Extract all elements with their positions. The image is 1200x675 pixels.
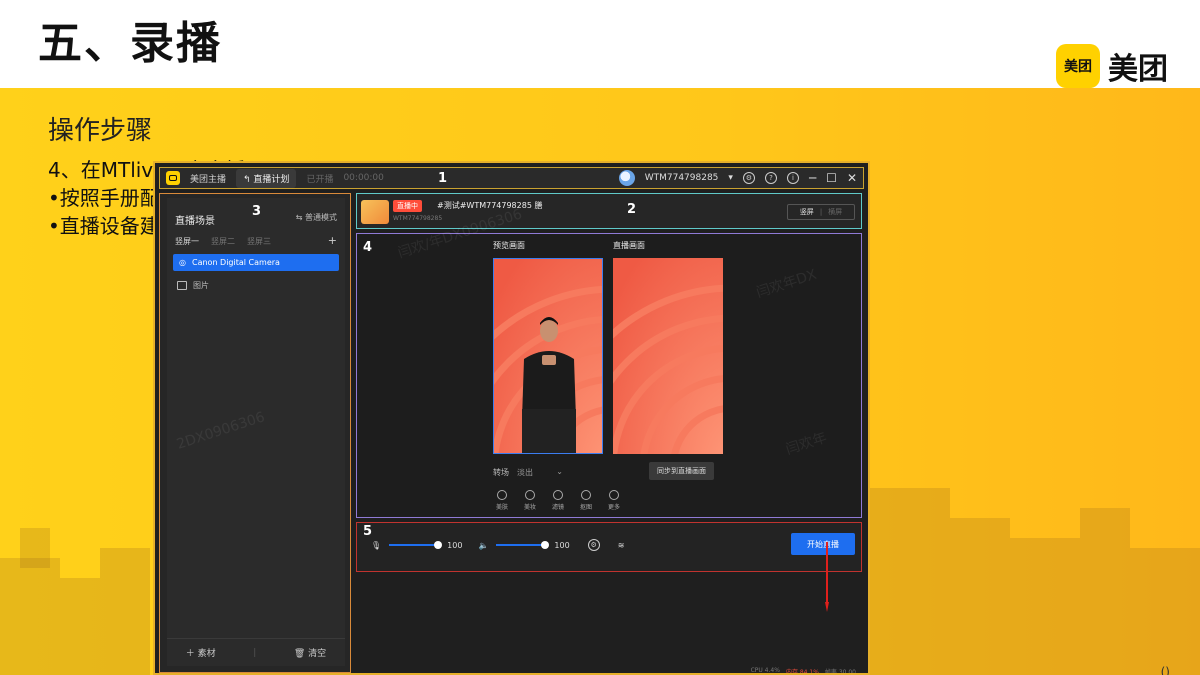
info-icon[interactable]: i: [786, 172, 799, 184]
page-number: (): [1160, 665, 1170, 675]
annotation-number-3: 3: [252, 204, 262, 219]
annotation-number-4: 4: [363, 240, 373, 255]
chevron-down-icon: ⌄: [556, 467, 563, 476]
tool-skin[interactable]: 美肤: [493, 490, 511, 511]
filter-icon: [553, 490, 563, 500]
settings-icon[interactable]: ⚙: [742, 172, 755, 184]
sidebar-footer: ＋ 素材 | 🗑 清空: [167, 638, 345, 666]
equalizer-icon[interactable]: ≋: [618, 541, 625, 550]
landscape-option[interactable]: 横屏: [828, 207, 842, 217]
transition-label: 转场: [493, 468, 509, 477]
close-button[interactable]: ✕: [847, 171, 857, 185]
transition-select[interactable]: 淡出 ⌄: [517, 467, 563, 478]
speaker-volume-slider[interactable]: [496, 541, 550, 549]
annotation-number-5: 5: [363, 524, 373, 539]
chevron-down-icon[interactable]: ▾: [728, 173, 733, 183]
scene-title: 直播场景: [175, 216, 215, 227]
tab-schedule[interactable]: ↰ 直播计划: [236, 168, 297, 188]
live-label: 直播画面: [613, 241, 645, 250]
tool-cutout[interactable]: 抠图: [577, 490, 595, 511]
preview-screen[interactable]: [493, 258, 603, 454]
camera-icon: ◎: [179, 258, 186, 267]
meituan-logo-badge: 美团: [1056, 44, 1100, 88]
annotation-number-2: 2: [627, 202, 637, 217]
frame-rate: 帧率 30.00: [824, 669, 856, 675]
tab-portrait-1[interactable]: 竖屏一: [175, 236, 199, 247]
gear-icon: [609, 490, 619, 500]
app-name: 美团主播: [190, 174, 227, 185]
live-timer: 00:00:00: [343, 173, 384, 183]
tab-portrait-2[interactable]: 竖屏二: [211, 236, 235, 247]
orientation-toggle: 竖屏 | 横屏: [787, 204, 855, 220]
meituan-logo-text: 美团: [1108, 52, 1168, 87]
add-scene-button[interactable]: +: [328, 234, 337, 247]
cpu-usage: CPU 4.4%: [750, 667, 780, 674]
mic-volume-slider[interactable]: [389, 541, 443, 549]
transition-row: 转场 淡出 ⌄: [493, 467, 563, 478]
meituan-logo: 美团 美团: [1056, 44, 1168, 88]
live-info-panel: 直播中 #测试#WTM774798285 膳 WTM774798285 2 竖屏…: [356, 193, 862, 229]
tab-started[interactable]: 已开播: [306, 172, 333, 185]
memory-usage: 内存 84.1%: [785, 669, 819, 675]
speaker-volume-value: 100: [554, 540, 570, 550]
app-logo-icon: [166, 171, 180, 185]
tab-portrait-3[interactable]: 竖屏三: [247, 236, 271, 247]
start-live-button[interactable]: 开始直播: [791, 533, 855, 555]
portrait-option[interactable]: 竖屏: [800, 207, 814, 217]
tool-filter[interactable]: 滤镜: [549, 490, 567, 511]
live-cover-thumbnail[interactable]: [361, 200, 389, 224]
scene-tabs: 竖屏一 竖屏二 竖屏三: [175, 236, 271, 247]
image-icon: [177, 281, 187, 290]
live-title: #测试#WTM774798285 膳: [437, 201, 543, 210]
status-bar: CPU 4.4% 内存 84.1% 帧率 30.00: [356, 575, 862, 675]
add-material-button[interactable]: ＋ 素材: [186, 646, 216, 659]
minimize-button[interactable]: ─: [809, 171, 816, 185]
annotation-number-1: 1: [438, 171, 448, 186]
live-subtitle: WTM774798285: [393, 215, 443, 222]
person-icon: [581, 490, 591, 500]
slide-header: 五、录播 美团 美团: [0, 0, 1200, 88]
maximize-button[interactable]: ☐: [826, 171, 837, 185]
section-title: 操作步骤: [48, 116, 153, 146]
live-screen: [613, 258, 723, 454]
scene-sidebar: 直播场景 3 ⇆ 普通模式 竖屏一 竖屏二 竖屏三 + ◎ Canon Digi…: [159, 193, 351, 673]
tool-makeup[interactable]: 美妆: [521, 490, 539, 511]
speaker-icon[interactable]: 🔈: [478, 541, 488, 550]
clear-button[interactable]: 🗑 清空: [294, 646, 326, 659]
beauty-tools: 美肤 美妆 滤镜 抠图 更多: [493, 490, 623, 511]
control-panel: 5 🎙 100 🔈 100 ⚙ ≋ 开始直播: [356, 522, 862, 572]
username[interactable]: WTM774798285: [645, 173, 719, 183]
app-titlebar: 美团主播 ↰ 直播计划 已开播 00:00:00 1 WTM774798285 …: [159, 167, 864, 189]
settings-icon[interactable]: ⚙: [587, 539, 600, 551]
tool-more[interactable]: 更多: [605, 490, 623, 511]
mode-switch[interactable]: ⇆ 普通模式: [296, 212, 337, 223]
slide-title: 五、录播: [38, 18, 222, 69]
sync-to-live-button[interactable]: 同步到直播画面: [649, 462, 714, 480]
source-image-item[interactable]: 图片: [177, 280, 209, 291]
source-camera-item[interactable]: ◎ Canon Digital Camera: [173, 254, 339, 271]
user-avatar[interactable]: [618, 170, 635, 186]
preview-label: 预览画面: [493, 241, 525, 250]
makeup-icon: [525, 490, 535, 500]
live-status-badge: 直播中: [393, 200, 422, 212]
mic-volume-value: 100: [447, 540, 463, 550]
help-icon[interactable]: ?: [764, 172, 777, 184]
red-arrow-pointer: [825, 542, 829, 612]
microphone-icon[interactable]: 🎙: [371, 541, 381, 550]
mtlive-app-window: 美团主播 ↰ 直播计划 已开播 00:00:00 1 WTM774798285 …: [153, 161, 870, 675]
skin-icon: [497, 490, 507, 500]
preview-panel: 4 预览画面 直播画面 转场 淡出 ⌄ 同步到直播画面 美肤 美妆 滤镜 抠图 …: [356, 233, 862, 518]
